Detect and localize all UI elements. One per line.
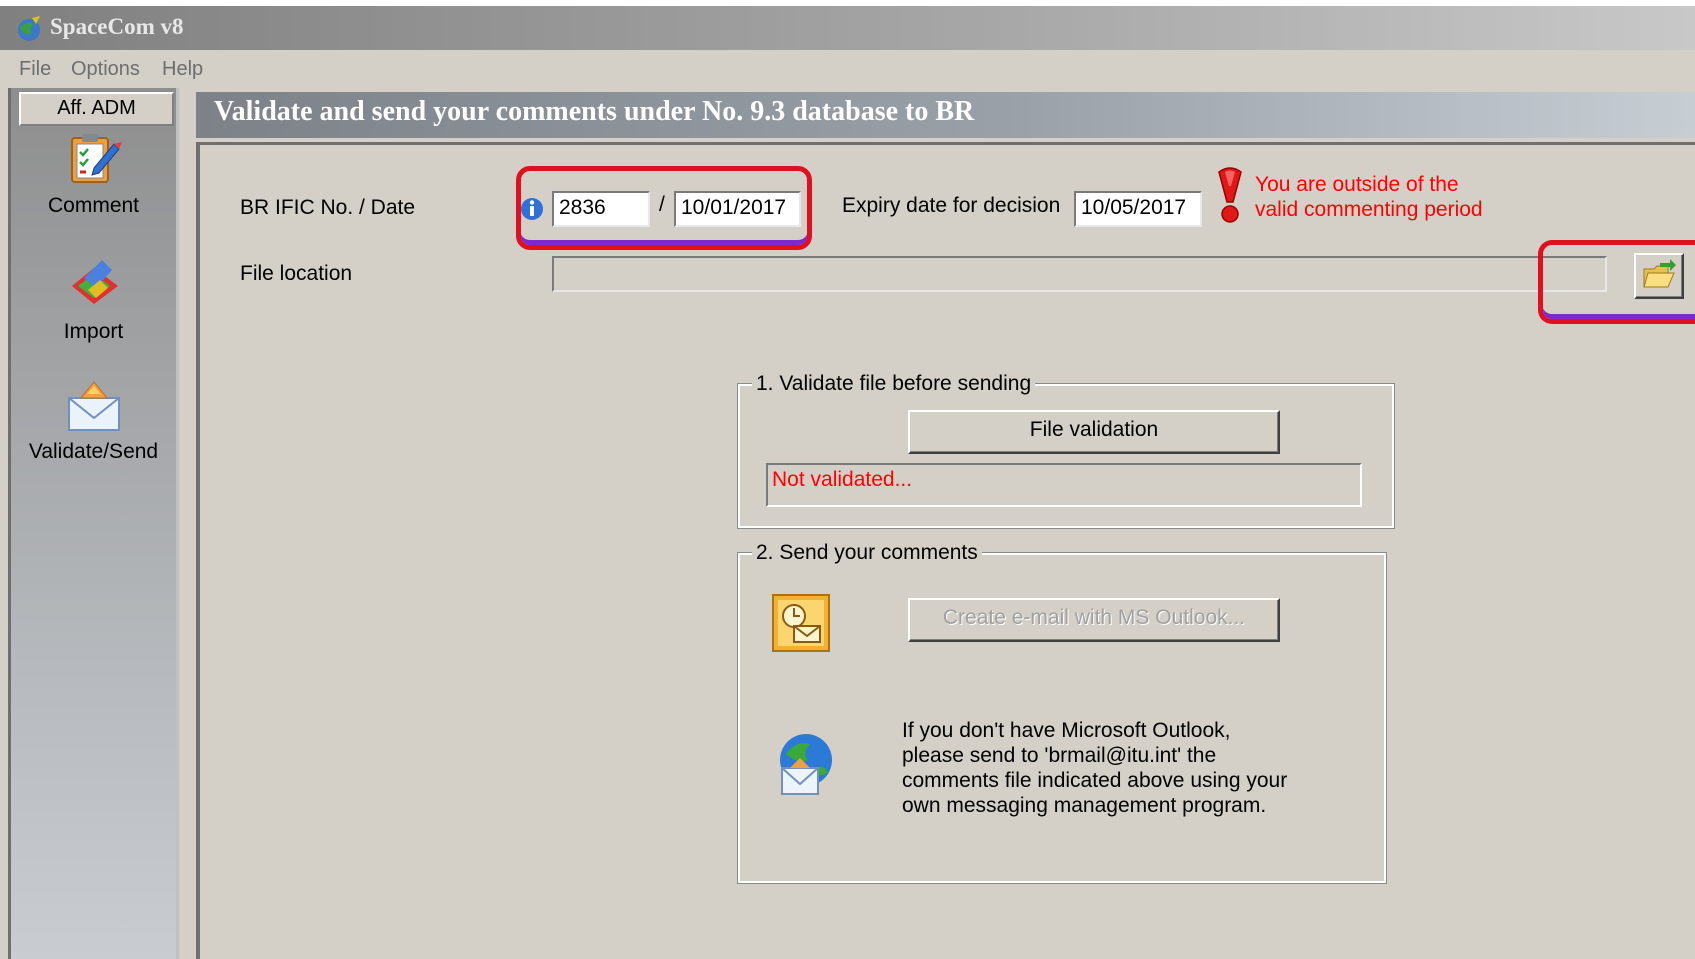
window-title: SpaceCom v8 [50, 14, 184, 39]
comment-clipboard-icon [70, 134, 122, 183]
app-window: SpaceCom v8 File Options Help Aff. ADM C… [0, 0, 1695, 959]
spacecom-app-icon [18, 16, 40, 41]
browse-folder-button[interactable] [1634, 253, 1684, 299]
ific-label: BR IFIC No. / Date [240, 196, 416, 219]
title-bar: SpaceCom v8 [0, 0, 1695, 50]
sidebar: Aff. ADM Comment Import Validate/Send [8, 88, 179, 959]
warning-line-1: You are outside of the [1255, 173, 1459, 196]
warning-message: You are outside of the valid commenting … [1255, 172, 1483, 222]
validate-group-legend: 1. Validate file before sending [752, 372, 1036, 396]
ific-date-field[interactable]: 10/01/2017 [674, 191, 801, 227]
sidebar-item-comment[interactable]: Comment [11, 130, 176, 218]
globe-mail-icon [780, 734, 832, 795]
warning-exclamation-icon [1218, 167, 1242, 223]
info-line-3: comments file indicated above using your [902, 769, 1288, 792]
menu-bar: File Options Help [0, 50, 1695, 88]
menu-options[interactable]: Options [71, 58, 140, 81]
validate-send-envelope-icon [67, 381, 120, 431]
info-line-4: own messaging management program. [902, 794, 1267, 817]
info-icon[interactable] [520, 196, 544, 222]
ific-separator: / [659, 193, 665, 216]
outlook-alternative-info: If you don't have Microsoft Outlook, ple… [902, 718, 1287, 818]
menu-help[interactable]: Help [162, 58, 203, 81]
file-validation-button[interactable]: File validation [908, 410, 1280, 454]
open-folder-icon [1643, 259, 1676, 288]
page-header: Validate and send your comments under No… [196, 92, 1695, 138]
info-line-1: If you don't have Microsoft Outlook, [902, 719, 1231, 742]
sidebar-item-comment-label: Comment [47, 194, 140, 217]
sidebar-item-import[interactable]: Import [11, 256, 176, 344]
sidebar-item-validate-send[interactable]: Validate/Send [11, 376, 176, 464]
sidebar-item-validate-send-label: Validate/Send [28, 440, 159, 463]
import-icon [71, 260, 118, 304]
info-line-2: please send to 'brmail@itu.int' the [902, 744, 1217, 767]
file-location-field[interactable] [552, 256, 1607, 292]
menu-file[interactable]: File [19, 58, 51, 81]
page-title: Validate and send your comments under No… [214, 96, 975, 127]
validation-status-field: Not validated... [766, 463, 1362, 507]
create-outlook-email-button[interactable]: Create e-mail with MS Outlook... [908, 598, 1280, 642]
expiry-label: Expiry date for decision [842, 194, 1061, 217]
sidebar-item-import-label: Import [63, 320, 124, 343]
expiry-date-field: 10/05/2017 [1074, 191, 1202, 227]
file-location-label: File location [240, 262, 353, 285]
outlook-icon [772, 594, 830, 652]
sidebar-header[interactable]: Aff. ADM [19, 92, 174, 126]
ific-number-field[interactable]: 2836 [552, 191, 650, 227]
warning-line-2: valid commenting period [1255, 198, 1483, 221]
send-group-legend: 2. Send your comments [752, 541, 982, 565]
